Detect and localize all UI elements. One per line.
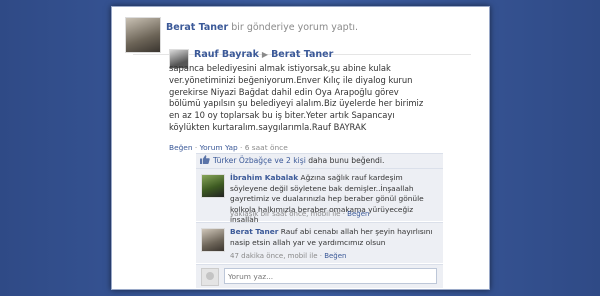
comment-meta: yaklaşık bir saat önce, mobil ile · Beğe… [230, 210, 370, 218]
comment-like-link[interactable]: Beğen [347, 210, 369, 218]
likes-count-link[interactable]: 2 kişi [286, 156, 306, 165]
comment-time: 47 dakika önce [230, 252, 284, 260]
thumbs-up-icon [200, 155, 210, 164]
comment-text: Berat Taner Rauf abi cenabı allah her şe… [230, 227, 436, 248]
meta-separator: · [194, 143, 198, 152]
story-card: Berat Taner bir gönderiye yorum yaptı. R… [111, 6, 490, 290]
arrow-right-icon: ▶ [261, 50, 269, 59]
comment-avatar[interactable] [201, 228, 225, 252]
comment-via: mobil ile [310, 210, 341, 218]
meta-separator: · [342, 210, 345, 218]
post-comment-link[interactable]: Yorum Yap [200, 143, 238, 152]
post-author-link[interactable]: Rauf Bayrak [194, 49, 259, 60]
comment: Berat Taner Rauf abi cenabı allah her şe… [196, 222, 443, 263]
comment-author-link[interactable]: Berat Taner [230, 227, 278, 236]
comment-like-link[interactable]: Beğen [324, 252, 346, 260]
notification-author-link[interactable]: Berat Taner [166, 22, 228, 33]
notification-avatar[interactable] [125, 17, 161, 53]
notification-text: Berat Taner bir gönderiye yorum yaptı. [166, 22, 358, 33]
post-body: sapanca belediyesini almak istiyorsak,şu… [169, 63, 424, 132]
likes-names[interactable]: Türker Özbağçe ve [213, 156, 284, 165]
comment-meta: 47 dakika önce, mobil ile · Beğen [230, 252, 347, 260]
comment-avatar[interactable] [201, 174, 225, 198]
comment-time: yaklaşık bir saat önce [230, 210, 307, 218]
post-time: 6 saat önce [244, 143, 288, 152]
likes-summary: Türker Özbağçe ve 2 kişi daha bunu beğen… [196, 153, 443, 168]
post-header: Rauf Bayrak ▶ Berat Taner [194, 49, 333, 60]
reply-box [196, 264, 443, 288]
comment-input[interactable] [224, 268, 437, 284]
post-meta: Beğen · Yorum Yap · 6 saat önce [169, 143, 288, 152]
notification-action: bir gönderiye yorum yaptı. [231, 22, 359, 33]
likes-suffix: daha bunu beğendi. [308, 156, 385, 165]
comment: İbrahim Kabalak Ağzına sağlık rauf karde… [196, 168, 443, 224]
comment-author-link[interactable]: İbrahim Kabalak [230, 173, 298, 182]
user-avatar-placeholder-icon [201, 268, 219, 286]
post-target-link[interactable]: Berat Taner [271, 49, 333, 60]
meta-separator: · [240, 143, 243, 152]
post-like-link[interactable]: Beğen [169, 143, 193, 152]
comment-via: mobil ile [287, 252, 318, 260]
meta-separator: · [319, 252, 322, 260]
